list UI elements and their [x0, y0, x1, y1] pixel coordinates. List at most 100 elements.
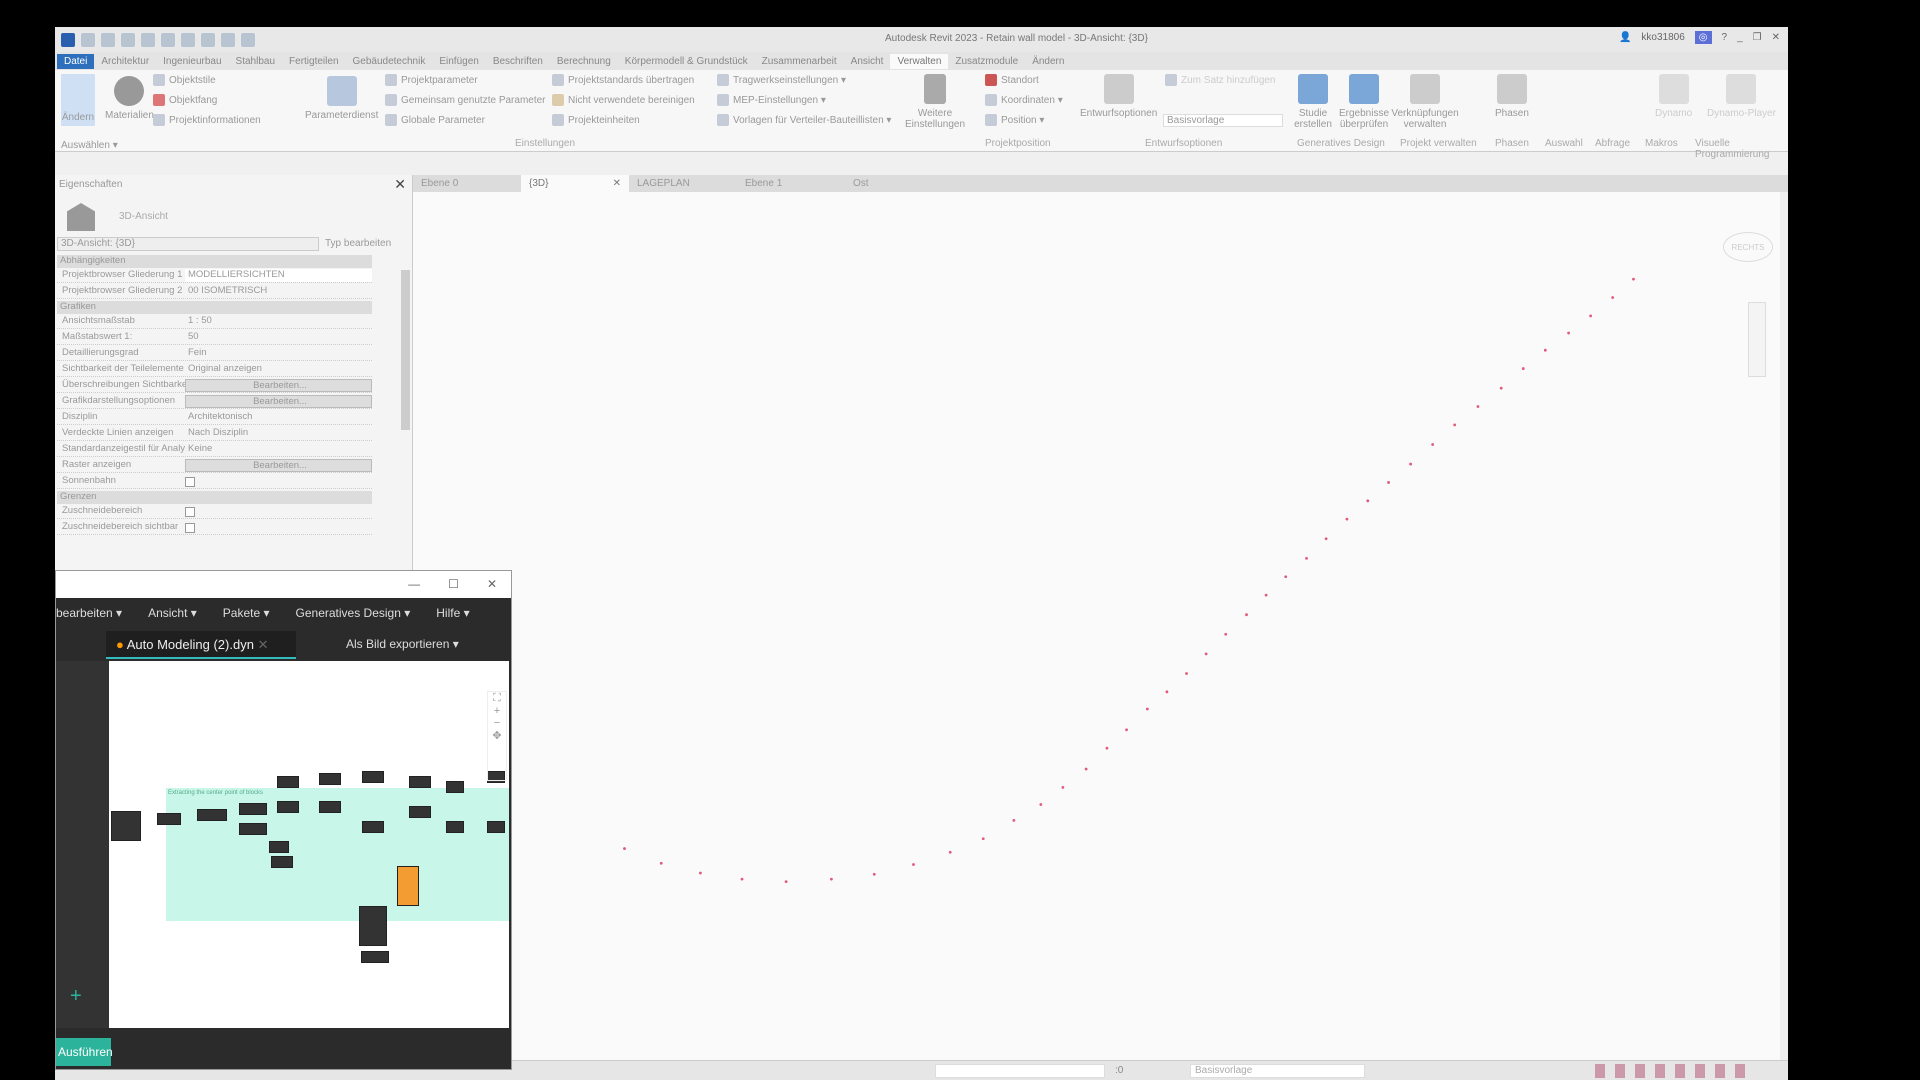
- restore-button[interactable]: ❐: [1753, 32, 1762, 43]
- view-tab[interactable]: LAGEPLAN: [629, 175, 737, 192]
- model-point[interactable]: [981, 837, 985, 841]
- panel-schedule-templates-button[interactable]: Vorlagen für Verteiler-Bauteillisten ▾: [717, 114, 891, 126]
- print-icon[interactable]: [161, 32, 175, 47]
- additional-settings-button[interactable]: Weitere Einstellungen: [905, 74, 965, 130]
- ribbon-tab[interactable]: Datei: [57, 53, 95, 69]
- section-header[interactable]: Abhängigkeiten: [57, 255, 372, 268]
- close-button[interactable]: ✕: [487, 577, 497, 592]
- model-point[interactable]: [1084, 767, 1088, 771]
- dynamo-menu-item[interactable]: bearbeiten ▾: [56, 606, 122, 620]
- model-point[interactable]: [1366, 499, 1370, 503]
- structural-settings-button[interactable]: Tragwerkseinstellungen ▾: [717, 74, 846, 86]
- model-point[interactable]: [623, 847, 626, 850]
- graph-node[interactable]: [362, 821, 384, 833]
- project-parameters-button[interactable]: Projektparameter: [385, 74, 478, 86]
- ribbon-tab[interactable]: Ansicht: [844, 54, 891, 69]
- user-icon[interactable]: 👤: [1619, 32, 1631, 43]
- model-point[interactable]: [872, 872, 876, 876]
- dynamo-button[interactable]: Dynamo: [1655, 74, 1692, 119]
- model-point[interactable]: [1431, 443, 1435, 446]
- parameter-service-button[interactable]: Parameterdienst: [305, 76, 378, 121]
- model-point[interactable]: [948, 850, 952, 854]
- model-point[interactable]: [1185, 672, 1188, 675]
- edit-type-button[interactable]: Typ bearbeiten: [325, 238, 391, 249]
- text-icon[interactable]: [201, 32, 215, 47]
- project-info-button[interactable]: Projektinformationen: [153, 114, 261, 126]
- view-tab[interactable]: {3D} ✕: [521, 175, 629, 192]
- global-parameters-button[interactable]: Globale Parameter: [385, 114, 485, 126]
- model-point[interactable]: [1387, 481, 1390, 484]
- graph-node[interactable]: [446, 781, 464, 793]
- dynamo-menu-item[interactable]: Generatives Design ▾: [296, 606, 411, 620]
- dynamo-menu-item[interactable]: Ansicht ▾: [148, 606, 197, 620]
- ribbon-tab[interactable]: Stahlbau: [229, 54, 282, 69]
- ribbon-tab[interactable]: Körpermodell & Grundstück: [618, 54, 755, 69]
- model-point[interactable]: [1125, 728, 1128, 732]
- manage-links-button[interactable]: Verknüpfungen verwalten: [1391, 74, 1459, 130]
- transfer-standards-button[interactable]: Projektstandards übertragen: [552, 74, 694, 86]
- close-button[interactable]: ✕: [1772, 32, 1780, 43]
- model-point[interactable]: [1204, 652, 1208, 656]
- minimize-button[interactable]: _: [1737, 32, 1743, 43]
- 3d-view-icon[interactable]: [221, 32, 235, 47]
- coordinates-button[interactable]: Koordinaten ▾: [985, 94, 1063, 106]
- autodesk-hub-button[interactable]: ◎: [1694, 31, 1712, 44]
- ribbon-tab[interactable]: Verwalten: [890, 53, 949, 69]
- design-option-status-select[interactable]: Basisvorlage: [1190, 1064, 1365, 1078]
- dynamo-menu-item[interactable]: Pakete ▾: [223, 606, 270, 620]
- view-tab[interactable]: Ebene 1: [737, 175, 845, 192]
- help-icon[interactable]: ?: [1722, 32, 1728, 43]
- graph-node[interactable]: [157, 813, 181, 825]
- open-icon[interactable]: [81, 32, 95, 47]
- run-button[interactable]: Ausführen: [56, 1038, 113, 1066]
- model-point[interactable]: [1453, 423, 1457, 427]
- minimize-button[interactable]: —: [408, 577, 420, 592]
- section-header[interactable]: Grenzen: [57, 491, 372, 504]
- position-button[interactable]: Position ▾: [985, 114, 1044, 126]
- project-units-button[interactable]: Projekteinheiten: [552, 114, 640, 126]
- model-point[interactable]: [1305, 556, 1308, 560]
- viewcube[interactable]: RECHTS: [1723, 232, 1773, 262]
- property-checkbox[interactable]: [185, 507, 195, 517]
- model-point[interactable]: [659, 861, 663, 865]
- graph-node[interactable]: [239, 803, 267, 815]
- graph-node[interactable]: [362, 771, 384, 783]
- model-point[interactable]: [1632, 277, 1635, 281]
- dynamo-player-button[interactable]: Dynamo-Player: [1707, 74, 1776, 119]
- purge-unused-button[interactable]: Nicht verwendete bereinigen: [552, 94, 695, 106]
- model-point[interactable]: [1589, 314, 1593, 318]
- switch-windows-icon[interactable]: [241, 32, 255, 47]
- properties-scrollbar[interactable]: [401, 270, 410, 430]
- model-point[interactable]: [1245, 613, 1248, 617]
- model-point[interactable]: [1039, 803, 1043, 806]
- active-workset-select[interactable]: [935, 1064, 1105, 1078]
- export-image-button[interactable]: Als Bild exportieren ▾: [346, 637, 459, 651]
- measure-icon[interactable]: [181, 32, 195, 47]
- model-point[interactable]: [1345, 517, 1349, 521]
- property-value[interactable]: Bearbeiten...: [185, 379, 372, 392]
- model-point[interactable]: [699, 871, 702, 875]
- maximize-button[interactable]: ☐: [448, 577, 459, 592]
- location-button[interactable]: Standort: [985, 74, 1039, 86]
- materials-button[interactable]: Materialien: [105, 76, 154, 121]
- ribbon-tab[interactable]: Ingenieurbau: [156, 54, 228, 69]
- object-styles-button[interactable]: Objektstile: [153, 74, 216, 86]
- graph-node[interactable]: [446, 821, 464, 833]
- phases-button[interactable]: Phasen: [1495, 74, 1529, 119]
- mep-settings-button[interactable]: MEP-Einstellungen ▾: [717, 94, 826, 106]
- graph-node[interactable]: [359, 906, 387, 946]
- model-point[interactable]: [1499, 386, 1503, 390]
- graph-node[interactable]: [319, 773, 341, 785]
- ribbon-tab[interactable]: Einfügen: [432, 54, 485, 69]
- graph-node[interactable]: [397, 866, 419, 906]
- model-point[interactable]: [1105, 746, 1109, 750]
- select-dropdown[interactable]: Auswählen ▾: [61, 140, 118, 151]
- property-checkbox[interactable]: [185, 523, 195, 533]
- add-icon[interactable]: +: [70, 985, 82, 1008]
- instance-selector[interactable]: 3D-Ansicht: {3D}: [57, 237, 319, 251]
- graph-node[interactable]: [269, 841, 289, 853]
- model-point[interactable]: [912, 863, 915, 866]
- close-icon[interactable]: ✕: [394, 176, 406, 193]
- model-point[interactable]: [1061, 785, 1065, 789]
- ribbon-tab[interactable]: Fertigteilen: [282, 54, 345, 69]
